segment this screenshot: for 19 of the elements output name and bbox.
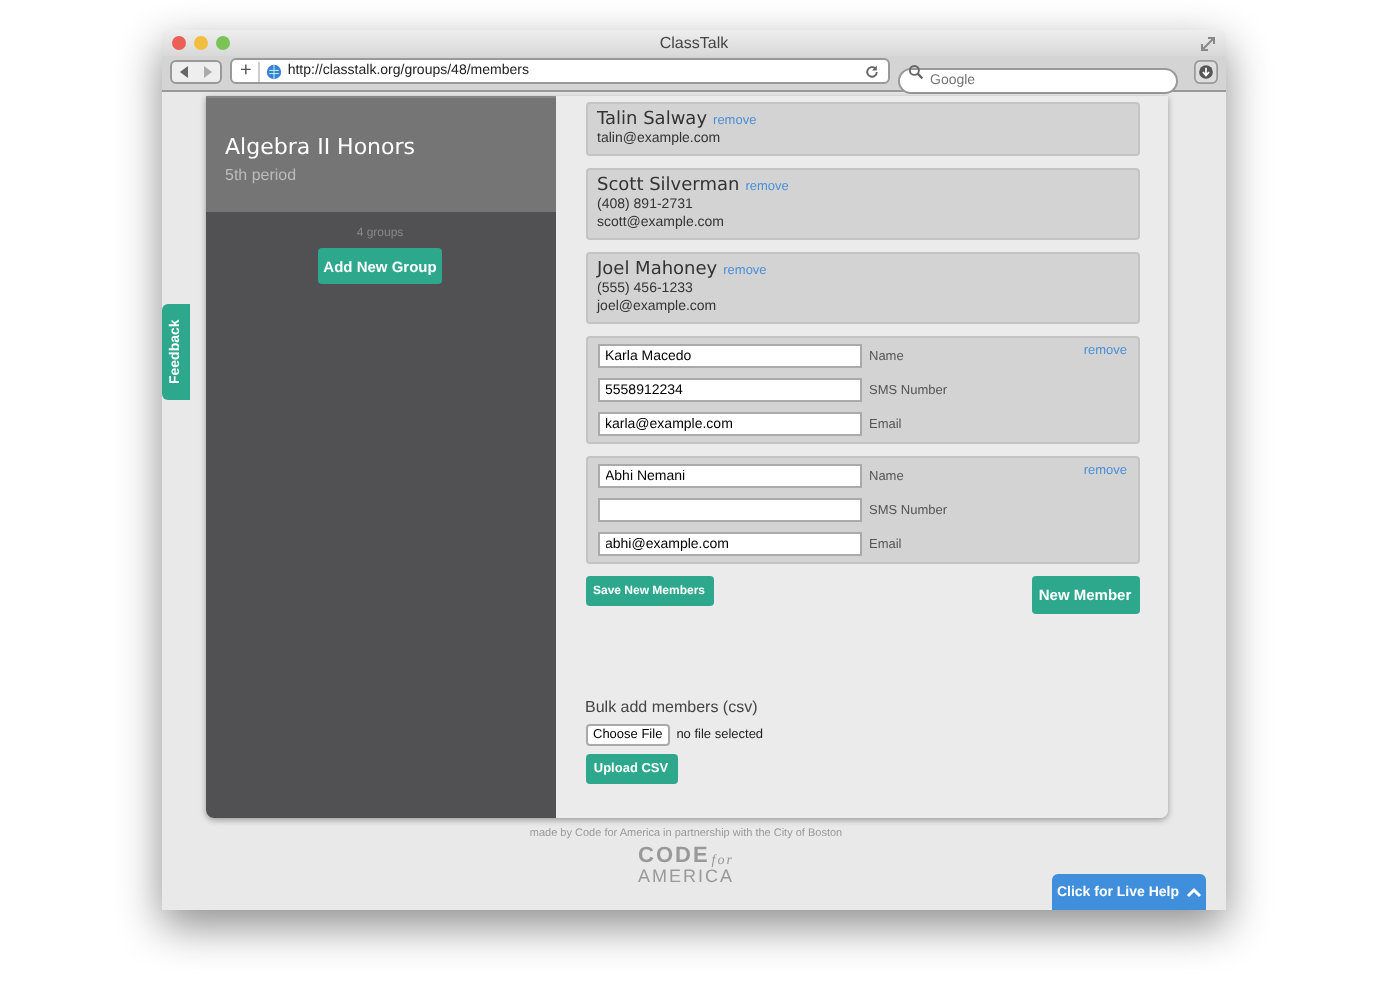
close-icon[interactable] (172, 36, 186, 50)
fullscreen-icon[interactable] (1200, 35, 1216, 51)
search-icon (908, 63, 924, 79)
group-title: Algebra II Honors (225, 134, 418, 160)
zoom-icon[interactable] (216, 36, 230, 50)
member-name: Scott Silverman (597, 176, 740, 196)
back-forward-buttons[interactable] (170, 59, 222, 83)
new-tab-button[interactable]: + (240, 61, 260, 81)
member-name: Talin Salway (597, 110, 708, 130)
download-icon[interactable] (1194, 59, 1218, 83)
globe-icon (265, 63, 282, 79)
group-subtitle: 5th period (225, 166, 299, 184)
group-header[interactable]: Algebra II Honors 5th period (205, 96, 555, 212)
reload-icon[interactable] (864, 63, 880, 79)
bulk-add-label: Bulk add members (csv) (585, 698, 760, 716)
member-name: Joel Mahoney (597, 260, 718, 280)
caret-icon (1185, 886, 1202, 898)
window-title: ClassTalk (657, 34, 731, 52)
text-field[interactable] (597, 498, 861, 522)
